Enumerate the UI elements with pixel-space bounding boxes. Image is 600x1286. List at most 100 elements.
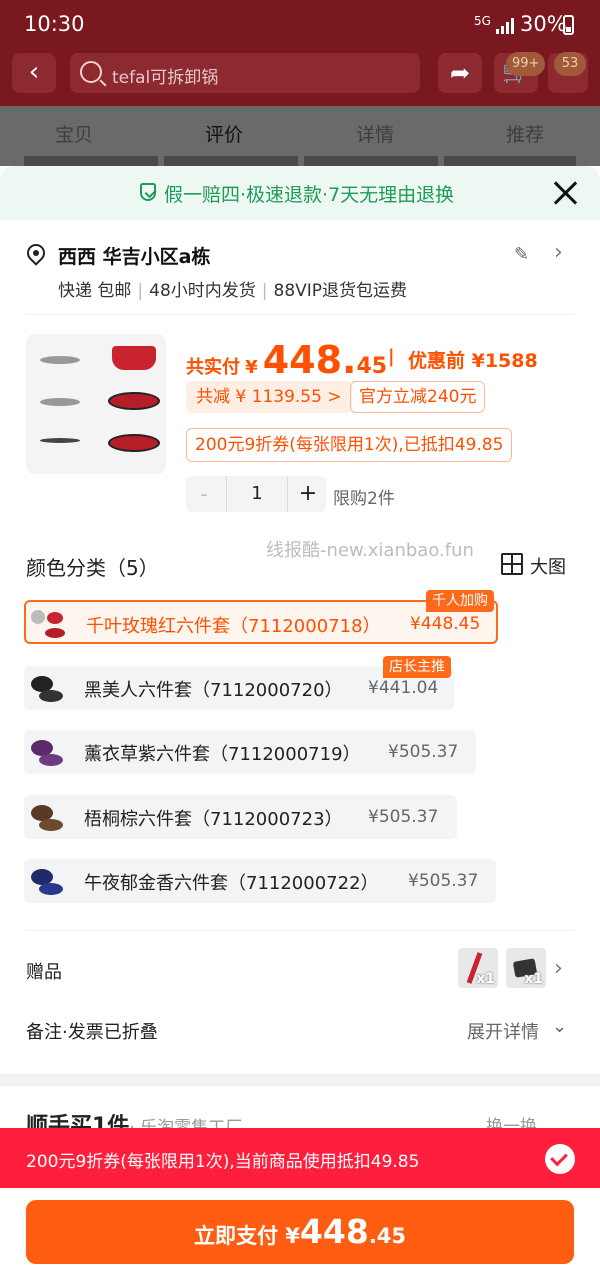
chevron-left-icon: ‹ <box>28 57 40 87</box>
sku-thumbnail <box>27 799 65 835</box>
handle-image <box>40 438 80 443</box>
sku-option[interactable]: 薰衣草紫六件套（7112000719） ¥505.37 <box>24 730 476 774</box>
sku-thumbnail <box>27 734 65 770</box>
product-thumbnail[interactable] <box>26 334 166 474</box>
sku-badge: 千人加购 <box>426 590 494 612</box>
gift-count: x1 <box>524 971 543 987</box>
back-button[interactable]: ‹ <box>12 53 56 93</box>
coupon-applied-text: 200元9折券(每张限用1次),当前商品使用抵扣49.85 <box>26 1152 420 1172</box>
purchase-limit: 限购2件 <box>333 489 395 509</box>
pay-label: 共实付 <box>186 357 240 378</box>
grid-icon[interactable] <box>501 553 523 575</box>
chevron-down-icon[interactable]: ⌄ <box>552 1016 567 1037</box>
expand-details-link[interactable]: 展开详情 <box>467 1018 539 1044</box>
sku-name: 梧桐棕六件套（7112000723） <box>84 809 343 830</box>
address-name[interactable]: 西西 华吉小区a栋 <box>58 242 210 269</box>
sku-price: ¥441.04 <box>368 678 439 698</box>
note-invoice-label: 备注·发票已折叠 <box>26 1022 158 1043</box>
delivery-tag: 88VIP退货包运费 <box>273 281 408 301</box>
quantity-stepper: - 1 + <box>186 476 326 512</box>
quantity-value[interactable]: 1 <box>226 476 288 512</box>
close-icon[interactable] <box>550 178 580 208</box>
section-gap <box>0 1074 600 1086</box>
sku-thumbnail <box>29 606 67 642</box>
pay-now-button[interactable]: 立即支付 ¥448.45 <box>26 1200 574 1264</box>
big-image-toggle[interactable]: 大图 <box>530 553 566 579</box>
chevron-right-icon[interactable]: › <box>554 956 563 981</box>
search-icon <box>80 61 102 83</box>
sku-thumbnail <box>27 670 65 706</box>
sku-price: ¥505.37 <box>368 807 439 827</box>
share-button[interactable]: ➦ <box>438 53 482 93</box>
currency-symbol: ¥ <box>245 357 258 378</box>
cart-badge: 99+ <box>506 52 546 76</box>
pan-image <box>108 392 160 410</box>
coupon-applied-bar[interactable]: 200元9折券(每张限用1次),当前商品使用抵扣49.85 <box>0 1128 600 1188</box>
shield-check-icon <box>140 183 156 201</box>
gift-count: x1 <box>476 971 495 987</box>
increase-button[interactable]: + <box>290 476 326 512</box>
watermark: 线报酷-new.xianbao.fun <box>266 540 474 561</box>
gift-item[interactable]: x1 <box>458 948 498 988</box>
search-box[interactable]: tefal可拆卸锅 <box>70 53 420 93</box>
sku-badge: 店长主推 <box>383 656 451 678</box>
location-pin-icon <box>23 240 49 266</box>
guarantee-text: 假一赔四·极速退款·7天无理由退换 <box>164 184 455 206</box>
pot-image <box>112 346 156 370</box>
delivery-tags: 快递 包邮 | 48小时内发货 | 88VIP退货包运费 <box>58 281 408 301</box>
divider <box>26 930 574 931</box>
bg-image-strip <box>164 156 298 166</box>
guarantee-banner: 假一赔四·极速退款·7天无理由退换 <box>0 166 600 220</box>
battery-percent: 30% <box>520 12 567 36</box>
sku-name: 千叶玫瑰红六件套（7112000718） <box>86 616 381 637</box>
sku-option[interactable]: 午夜郁金香六件套（7112000722） ¥505.37 <box>24 859 496 903</box>
product-tabs: 宝贝 评价 详情 推荐 <box>0 106 600 166</box>
coupon-chip: 200元9折券(每张限用1次),已抵扣49.85 <box>186 428 513 462</box>
tab-recommend[interactable]: 推荐 <box>506 120 544 147</box>
message-badge: 53 <box>554 52 586 76</box>
divider <box>26 314 574 315</box>
sku-price: ¥505.37 <box>388 742 459 762</box>
lid-image <box>40 356 80 364</box>
sku-thumbnail <box>27 863 65 899</box>
sku-price: ¥448.45 <box>410 614 481 634</box>
decrease-button[interactable]: - <box>186 476 222 512</box>
price-integer: 448. <box>262 338 357 382</box>
pay-amount-dec: .45 <box>368 1224 407 1248</box>
share-icon: ➦ <box>449 59 471 87</box>
pay-amount-int: 448 <box>299 1212 369 1251</box>
price-decimal: 45 <box>356 354 388 379</box>
network-label: 5G <box>474 14 491 28</box>
edit-icon[interactable]: ✎ <box>514 244 529 265</box>
pay-label: 立即支付 ¥ <box>193 1224 300 1248</box>
delivery-tag: 48小时内发货 <box>149 281 256 301</box>
pan-image <box>108 434 160 452</box>
discount-total-chip[interactable]: 共减 ¥ 1139.55 > <box>186 381 352 413</box>
tab-reviews[interactable]: 评价 <box>205 120 243 147</box>
chevron-right-icon[interactable]: › <box>554 240 563 265</box>
signal-icon <box>496 18 514 34</box>
sku-name: 午夜郁金香六件套（7112000722） <box>84 873 379 894</box>
color-category-title: 颜色分类（5） <box>26 556 159 580</box>
price-separator: | <box>388 346 395 367</box>
sku-sheet: 假一赔四·极速退款·7天无理由退换 西西 华吉小区a栋 ✎ › 快递 包邮 | 48… <box>0 166 600 1286</box>
status-bar: 10:30 5G 30% <box>0 0 600 52</box>
lid-image <box>40 398 80 406</box>
search-text: tefal可拆卸锅 <box>112 68 219 88</box>
bg-image-strip <box>304 156 438 166</box>
delivery-tag: 快递 包邮 <box>58 281 132 301</box>
gift-label: 赠品 <box>26 962 62 983</box>
official-discount-chip: 官方立减240元 <box>350 381 486 413</box>
sku-price: ¥505.37 <box>408 871 479 891</box>
gift-item[interactable]: x1 <box>506 948 546 988</box>
bg-image-strip <box>24 156 158 166</box>
battery-icon <box>563 15 574 35</box>
status-time: 10:30 <box>24 12 85 36</box>
original-price: 优惠前 ¥1588 <box>408 350 538 372</box>
check-circle-icon[interactable] <box>545 1144 575 1174</box>
tab-details[interactable]: 详情 <box>356 120 394 147</box>
sku-name: 薰衣草紫六件套（7112000719） <box>84 744 361 765</box>
tab-item[interactable]: 宝贝 <box>55 120 93 147</box>
bg-image-strip <box>444 156 576 166</box>
sku-option[interactable]: 梧桐棕六件套（7112000723） ¥505.37 <box>24 795 457 839</box>
